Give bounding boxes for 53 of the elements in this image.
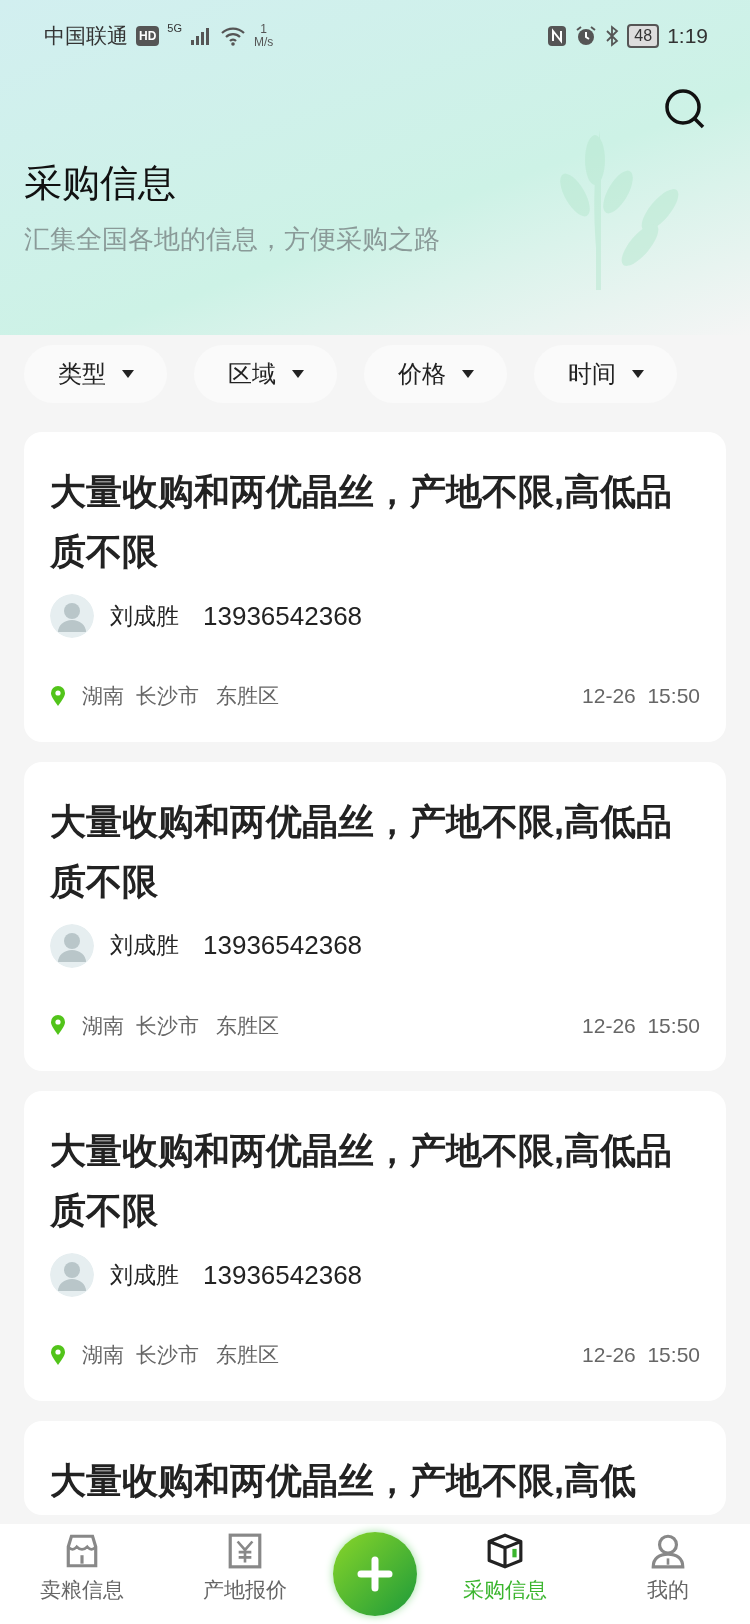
- post-time: 12-26 15:50: [582, 683, 700, 709]
- page-subtitle: 汇集全国各地的信息，方便采购之路: [24, 223, 441, 256]
- nav-tab[interactable]: 产地报价: [169, 1532, 320, 1606]
- caret-icon: [631, 370, 644, 378]
- phone-number: 13936542368: [203, 1258, 363, 1292]
- location-text: 湖南 长沙市 东胜区: [82, 1012, 280, 1039]
- plus-icon: [356, 1556, 393, 1592]
- bluetooth-icon: [605, 24, 620, 47]
- filter-dropdown[interactable]: 区域: [194, 345, 337, 403]
- listing-card[interactable]: 大量收购和两优晶丝，产地不限,高低品质不限 刘成胜 13936542368 湖南 长沙市 东胜区 12-26 15:50: [24, 1091, 726, 1401]
- filter-dropdown[interactable]: 类型: [24, 345, 167, 403]
- caret-icon: [291, 370, 304, 378]
- avatar-icon: [50, 594, 94, 638]
- wifi-icon: [220, 25, 247, 46]
- speed-value: 1: [259, 22, 269, 36]
- avatar-icon: [50, 923, 94, 968]
- avatar-icon: [50, 1253, 94, 1297]
- listing-title: 大量收购和两优晶丝，产地不限,高低品质不限: [50, 1129, 673, 1233]
- carrier-name: 中国联通: [44, 23, 128, 49]
- contact-name: 刘成胜: [110, 931, 179, 961]
- listing-card[interactable]: 大量收购和两优晶丝，产地不限,高低: [24, 1420, 726, 1515]
- listing-title: 大量收购和两优晶丝，产地不限,高低: [50, 1458, 637, 1503]
- add-button[interactable]: [332, 1532, 417, 1616]
- listing-card[interactable]: 大量收购和两优晶丝，产地不限,高低品质不限 刘成胜 13936542368 湖南 长沙市 东胜区 12-26 15:50: [24, 432, 726, 742]
- network-type: 5G: [167, 21, 183, 36]
- location-text: 湖南 长沙市 东胜区: [82, 683, 280, 709]
- location-pin-icon: [50, 1344, 66, 1365]
- nav-tab[interactable]: 我的: [593, 1532, 744, 1606]
- filter-dropdown[interactable]: 价格: [364, 345, 507, 403]
- hd-badge: HD: [136, 25, 160, 46]
- clock-time: 1:19: [667, 23, 708, 49]
- post-time: 12-26 15:50: [582, 1342, 700, 1368]
- location-pin-icon: [50, 1015, 66, 1036]
- battery-level: 48: [627, 23, 660, 48]
- phone-number: 13936542368: [203, 599, 363, 633]
- post-time: 12-26 15:50: [582, 1012, 700, 1039]
- contact-name: 刘成胜: [110, 601, 179, 631]
- nfc-icon: [547, 24, 568, 47]
- caret-icon: [461, 370, 474, 378]
- nav-tab[interactable]: 卖粮信息: [6, 1532, 157, 1606]
- location-text: 湖南 长沙市 东胜区: [82, 1342, 280, 1368]
- contact-name: 刘成胜: [110, 1260, 179, 1290]
- caret-icon: [121, 370, 134, 378]
- phone-number: 13936542368: [203, 929, 363, 962]
- listing-card[interactable]: 大量收购和两优晶丝，产地不限,高低品质不限 刘成胜 13936542368 湖南 长沙市 东胜区 12-26 15:50: [24, 761, 726, 1071]
- box-icon: [486, 1532, 525, 1570]
- listing-title: 大量收购和两优晶丝，产地不限,高低品质不限: [50, 799, 673, 904]
- filter-dropdown[interactable]: 时间: [534, 345, 677, 403]
- speed-unit: M/s: [254, 35, 274, 49]
- alarm-icon: [575, 24, 598, 47]
- location-pin-icon: [50, 685, 66, 706]
- page-title: 采购信息: [24, 161, 177, 206]
- listing-title: 大量收购和两优晶丝，产地不限,高低品质不限: [50, 470, 673, 574]
